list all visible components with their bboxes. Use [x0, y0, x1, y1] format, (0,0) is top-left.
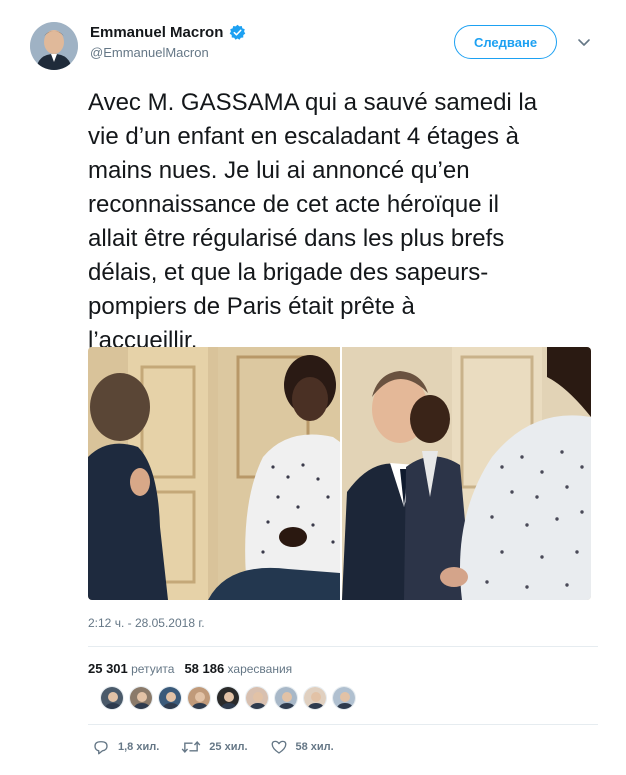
tweet-photo-1[interactable] — [88, 347, 340, 600]
reply-count: 1,8 хил. — [118, 741, 160, 753]
reply-icon — [94, 741, 108, 755]
tweet-media — [88, 347, 591, 600]
tweet-stats: 25 301 ретуита 58 186 харесвания — [88, 661, 292, 676]
tweet-photo-2[interactable] — [342, 347, 591, 600]
retweet-icon — [181, 740, 201, 754]
verified-badge-icon — [229, 24, 246, 41]
liker-avatar[interactable] — [245, 686, 269, 710]
liker-avatar[interactable] — [100, 686, 124, 710]
likes-stat[interactable]: 58 186 харесвания — [184, 661, 292, 676]
retweets-label: ретуита — [131, 662, 175, 676]
retweets-stat[interactable]: 25 301 ретуита — [88, 661, 174, 676]
tweet-header: Emmanuel Macron @EmmanuelMacron Следване — [30, 20, 600, 70]
author-info: Emmanuel Macron @EmmanuelMacron — [90, 24, 246, 60]
follow-button[interactable]: Следване — [454, 25, 557, 59]
tweet-text: Avec M. GASSAMA qui a sauvé samedi la vi… — [88, 89, 538, 354]
divider — [88, 646, 598, 647]
liker-avatar[interactable] — [303, 686, 327, 710]
chevron-down-icon[interactable] — [574, 32, 594, 52]
liker-avatar[interactable] — [332, 686, 356, 710]
divider — [88, 724, 598, 725]
reply-button[interactable]: 1,8 хил. — [92, 738, 159, 756]
liker-avatar[interactable] — [187, 686, 211, 710]
retweet-count: 25 хил. — [209, 741, 248, 753]
tweet-actions: 1,8 хил. 25 хил. 58 хил. — [92, 738, 356, 756]
retweet-button[interactable]: 25 хил. — [181, 738, 248, 756]
liker-avatar[interactable] — [129, 686, 153, 710]
tweet-timestamp[interactable]: 2:12 ч. - 28.05.2018 г. — [88, 616, 205, 630]
author-avatar[interactable] — [30, 22, 78, 70]
like-count: 58 хил. — [295, 741, 334, 753]
liker-avatar[interactable] — [274, 686, 298, 710]
liker-avatar[interactable] — [158, 686, 182, 710]
liker-avatars — [100, 686, 356, 710]
like-button[interactable]: 58 хил. — [270, 738, 334, 756]
likes-count: 58 186 — [184, 661, 225, 676]
likes-label: харесвания — [227, 662, 293, 676]
author-handle[interactable]: @EmmanuelMacron — [90, 45, 246, 60]
retweets-count: 25 301 — [88, 661, 128, 676]
liker-avatar[interactable] — [216, 686, 240, 710]
author-display-name[interactable]: Emmanuel Macron — [90, 24, 223, 41]
heart-icon — [271, 740, 286, 754]
